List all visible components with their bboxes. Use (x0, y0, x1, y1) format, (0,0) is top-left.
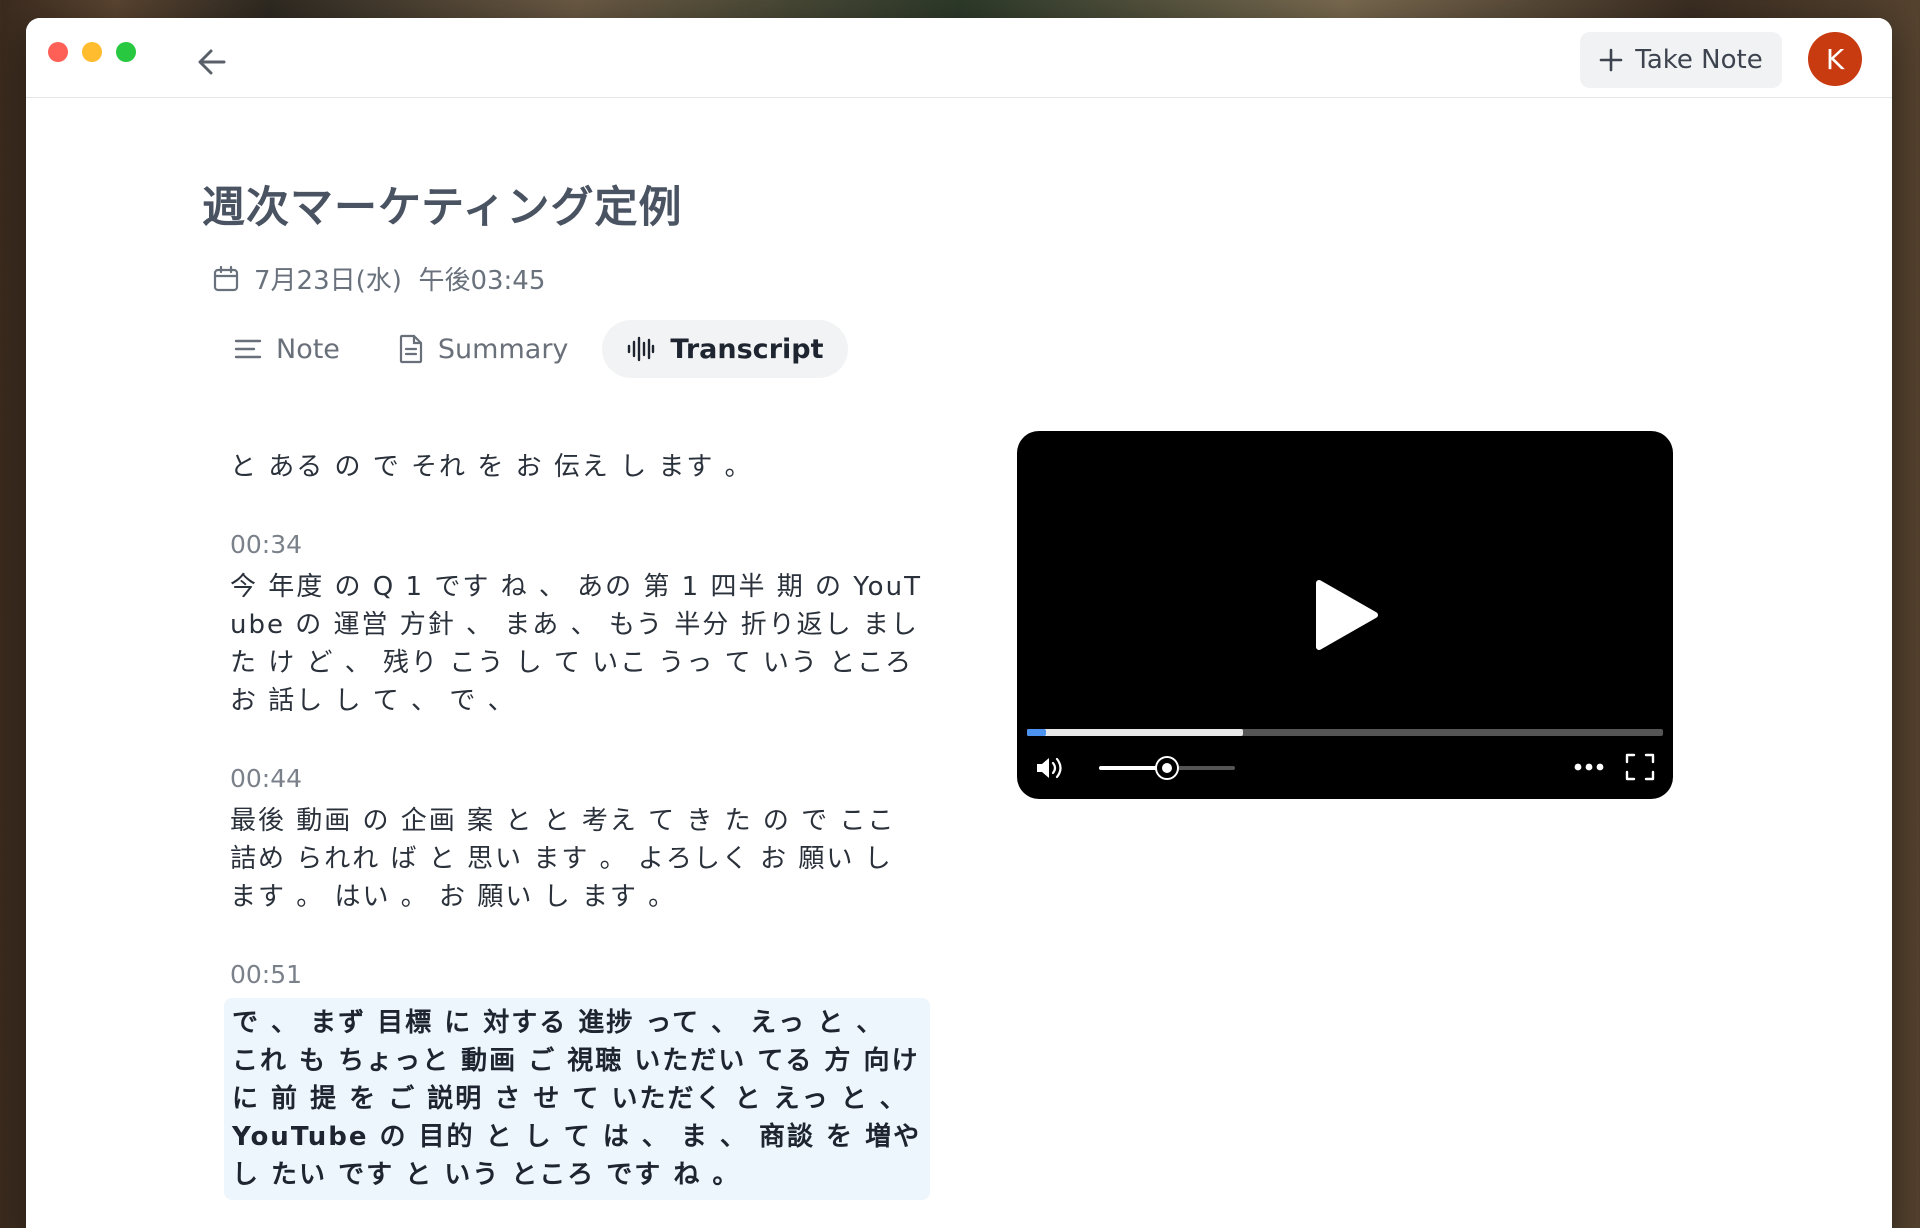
volume-icon[interactable] (1035, 755, 1065, 781)
lines-icon (234, 339, 262, 359)
take-note-label: Take Note (1635, 45, 1763, 75)
more-options-icon[interactable] (1573, 757, 1605, 777)
progress-played (1027, 729, 1047, 736)
segment-text: で 、 まず 目標 に 対する 進捗 って 、 えっ と 、 これ も ちょっと… (224, 998, 930, 1200)
view-tabs: Note Summary Transcript (210, 320, 848, 378)
transcript-segment[interactable]: と ある の で それ を お 伝え し ます 。 (230, 448, 930, 486)
avatar[interactable]: K (1808, 32, 1862, 86)
transcript-segment[interactable]: 00:34 今 年度 の Q 1 です ね 、 あの 第 1 四半 期 の Yo… (230, 526, 930, 720)
segment-text: 最後 動画 の 企画 案 と と 考え て き た の で ここ 詰め られれ … (230, 806, 896, 912)
volume-knob[interactable] (1157, 758, 1177, 778)
volume-slider[interactable] (1099, 758, 1235, 778)
tab-transcript-label: Transcript (670, 333, 824, 365)
take-note-button[interactable]: Take Note (1580, 32, 1782, 88)
tab-note-label: Note (276, 333, 340, 365)
progress-buffered (1027, 729, 1244, 736)
zoom-window-button[interactable] (116, 42, 136, 62)
tab-transcript[interactable]: Transcript (602, 320, 848, 378)
transcript-segment[interactable]: 00:44 最後 動画 の 企画 案 と と 考え て き た の で ここ 詰… (230, 760, 930, 916)
segment-timestamp[interactable]: 00:44 (230, 760, 930, 798)
tab-note[interactable]: Note (210, 320, 364, 378)
date-text: 7月23日(水) 午後03:45 (254, 266, 546, 296)
segment-timestamp[interactable]: 00:34 (230, 526, 930, 564)
segment-text: と ある の で それ を お 伝え し ます 。 (230, 452, 753, 482)
minimize-window-button[interactable] (82, 42, 102, 62)
close-window-button[interactable] (48, 42, 68, 62)
fullscreen-icon[interactable] (1625, 753, 1655, 781)
tab-summary[interactable]: Summary (374, 320, 592, 378)
progress-bar[interactable] (1027, 729, 1663, 736)
calendar-icon (213, 265, 239, 291)
page-title: 週次マーケティング定例 (202, 183, 683, 233)
transcript-segment-active[interactable]: 00:51 で 、 まず 目標 に 対する 進捗 って 、 えっ と 、 これ … (224, 956, 930, 1200)
arrow-left-icon (198, 49, 226, 75)
segment-timestamp[interactable]: 00:51 (230, 956, 930, 994)
tab-summary-label: Summary (437, 333, 569, 365)
plus-icon (1599, 48, 1623, 72)
avatar-initial: K (1825, 42, 1845, 76)
title-bar: Take Note K (26, 18, 1892, 98)
back-button[interactable] (194, 44, 230, 80)
waveform-icon (628, 336, 655, 362)
play-icon[interactable] (1311, 579, 1381, 651)
video-player[interactable] (1017, 431, 1673, 799)
app-window: Take Note K 週次マーケティング定例 7月23日(水) 午後03:45… (26, 18, 1892, 1228)
document-icon (399, 334, 423, 364)
meeting-date: 7月23日(水) 午後03:45 (212, 260, 545, 297)
segment-text: 今 年度 の Q 1 です ね 、 あの 第 1 四半 期 の YouTube … (230, 572, 922, 716)
transcript-list: と ある の で それ を お 伝え し ます 。 00:34 今 年度 の Q… (224, 448, 930, 1228)
